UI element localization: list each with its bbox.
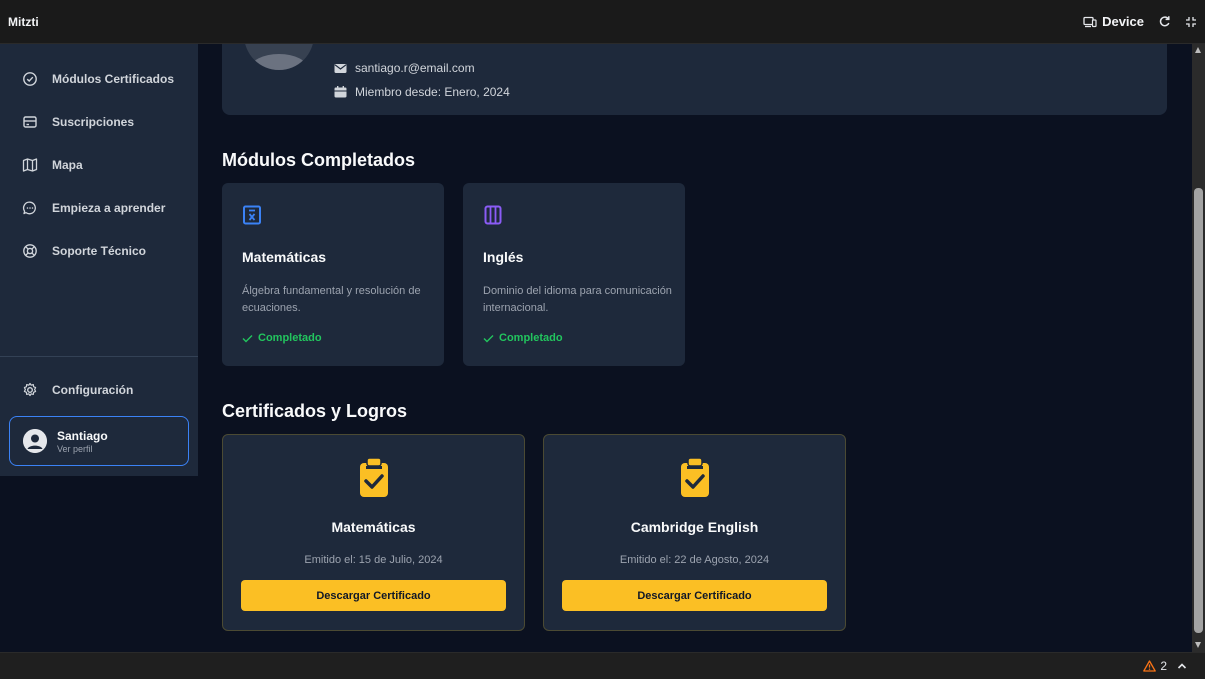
profile-text: Santiago Ver perfil bbox=[57, 429, 108, 454]
module-title: Matemáticas bbox=[242, 249, 327, 265]
chat-bubble-icon bbox=[22, 201, 36, 215]
sidebar-item-suscripciones[interactable]: Suscripciones bbox=[22, 112, 134, 132]
warning-icon bbox=[1143, 660, 1157, 672]
clipboard-check-icon bbox=[360, 457, 388, 497]
certificate-title: Cambridge English bbox=[630, 519, 759, 535]
certificates-section-title: Certificados y Logros bbox=[222, 401, 408, 421]
certificate-issued-date: Emitido el: 15 de Julio, 2024 bbox=[304, 554, 443, 566]
check-circle-icon bbox=[23, 72, 37, 86]
modules-section-title: Módulos Completados bbox=[222, 150, 415, 170]
avatar bbox=[23, 429, 47, 453]
expand-panel-button[interactable] bbox=[1177, 659, 1187, 673]
module-description: Dominio del idioma para comunicación int… bbox=[483, 285, 672, 314]
reload-button[interactable] bbox=[1158, 15, 1171, 28]
certificate-issued-date: Emitido el: 22 de Agosto, 2024 bbox=[619, 554, 770, 566]
clipboard-check-icon bbox=[681, 457, 709, 497]
sidebar-divider bbox=[0, 356, 198, 357]
device-toggle-button[interactable]: Device bbox=[1083, 14, 1144, 29]
module-status: Completado bbox=[483, 332, 563, 344]
scrollbar-thumb[interactable] bbox=[1194, 188, 1203, 633]
device-label: Device bbox=[1102, 14, 1144, 29]
gear-icon bbox=[23, 382, 37, 397]
main-content: santiago.r@email.com Miembro desde: Ener… bbox=[198, 44, 1192, 652]
sidebar-item-empieza-a-aprender[interactable]: Empieza a aprender bbox=[22, 198, 165, 218]
module-status-text: Completado bbox=[258, 332, 322, 344]
fullscreen-icon bbox=[1186, 16, 1196, 27]
profile-email: santiago.r@email.com bbox=[334, 61, 475, 75]
certificate-card-cambridge-english: Cambridge English Emitido el: 22 de Agos… bbox=[543, 434, 846, 631]
profile-name: Santiago bbox=[57, 428, 108, 443]
warnings-indicator[interactable]: 2 bbox=[1143, 659, 1167, 673]
sidebar-item-configuracion[interactable]: Configuración bbox=[22, 380, 133, 400]
profile-link[interactable]: Santiago Ver perfil bbox=[9, 416, 189, 466]
module-status: Completado bbox=[242, 332, 322, 344]
check-icon bbox=[242, 334, 253, 342]
app-title: Mitzti bbox=[8, 14, 39, 29]
map-icon bbox=[22, 158, 38, 172]
vertical-scrollbar[interactable] bbox=[1192, 44, 1205, 652]
download-certificate-button[interactable]: Descargar Certificado bbox=[562, 580, 827, 611]
sidebar-item-label: Módulos Certificados bbox=[52, 72, 175, 86]
profile-photo bbox=[244, 44, 314, 70]
module-title: Inglés bbox=[483, 249, 524, 265]
lifebuoy-icon bbox=[23, 244, 37, 258]
reload-icon bbox=[1159, 16, 1170, 27]
sidebar-item-soporte-tecnico[interactable]: Soporte Técnico bbox=[22, 241, 146, 261]
scroll-up-arrow-icon[interactable] bbox=[1195, 47, 1201, 53]
module-description: Álgebra fundamental y resolución de ecua… bbox=[242, 285, 421, 314]
scroll-down-arrow-icon[interactable] bbox=[1195, 642, 1201, 648]
module-card-ingles: Inglés Dominio del idioma para comunicac… bbox=[463, 183, 685, 366]
calendar-icon bbox=[334, 86, 347, 98]
warning-count: 2 bbox=[1160, 659, 1167, 673]
profile-panel: santiago.r@email.com Miembro desde: Ener… bbox=[222, 44, 1167, 115]
module-card-matematicas: Matemáticas Álgebra fundamental y resolu… bbox=[222, 183, 444, 366]
credit-card-icon bbox=[23, 116, 37, 128]
profile-member-since-text: Miembro desde: Enero, 2024 bbox=[355, 85, 510, 99]
sidebar: Módulos Certificados Suscripciones Mapa … bbox=[0, 44, 198, 476]
profile-subtitle: Ver perfil bbox=[57, 443, 93, 454]
check-icon bbox=[483, 334, 494, 342]
mail-icon bbox=[334, 63, 347, 73]
profile-email-text: santiago.r@email.com bbox=[355, 61, 475, 75]
fullscreen-button[interactable] bbox=[1185, 16, 1197, 28]
title-bar-actions: Device bbox=[1083, 14, 1197, 29]
module-status-text: Completado bbox=[499, 332, 563, 344]
sidebar-item-label: Configuración bbox=[52, 383, 134, 397]
sidebar-item-label: Empieza a aprender bbox=[52, 201, 166, 215]
certificate-title: Matemáticas bbox=[331, 519, 416, 535]
user-icon bbox=[23, 429, 47, 453]
chevron-up-icon bbox=[1177, 663, 1187, 669]
book-icon bbox=[484, 205, 502, 225]
status-bar: 2 bbox=[0, 652, 1205, 679]
certificate-card-matematicas: Matemáticas Emitido el: 15 de Julio, 202… bbox=[222, 434, 525, 631]
calculator-icon bbox=[243, 205, 261, 225]
device-icon bbox=[1083, 16, 1097, 28]
sidebar-item-mapa[interactable]: Mapa bbox=[22, 155, 83, 175]
profile-member-since: Miembro desde: Enero, 2024 bbox=[334, 85, 510, 99]
sidebar-item-modulos-certificados[interactable]: Módulos Certificados bbox=[22, 69, 174, 89]
download-certificate-button[interactable]: Descargar Certificado bbox=[241, 580, 506, 611]
sidebar-item-label: Soporte Técnico bbox=[52, 244, 147, 258]
title-bar: Mitzti Device bbox=[0, 0, 1205, 44]
sidebar-item-label: Suscripciones bbox=[52, 115, 135, 129]
sidebar-item-label: Mapa bbox=[52, 158, 83, 172]
